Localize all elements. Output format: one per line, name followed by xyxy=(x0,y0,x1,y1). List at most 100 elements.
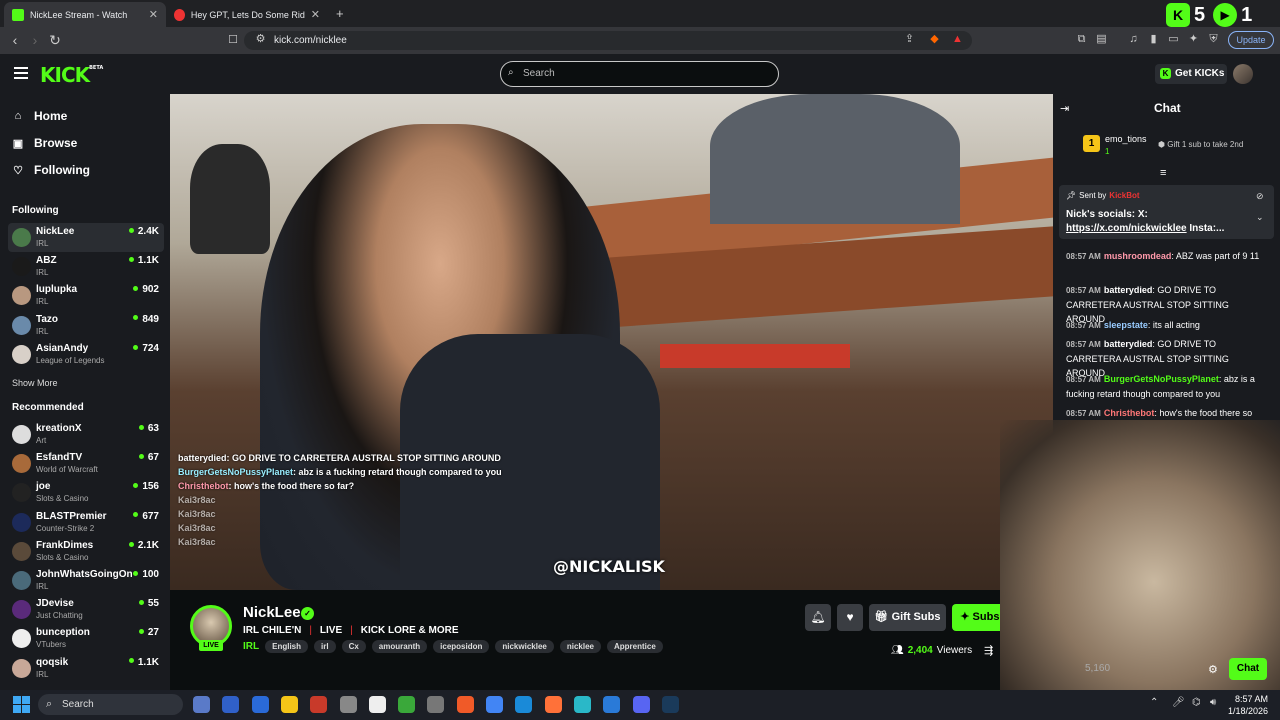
tray-chevron-icon[interactable]: ⌃ xyxy=(1150,697,1158,708)
expand-leaderboard-icon[interactable]: ≡ xyxy=(1160,167,1166,179)
discord-icon[interactable] xyxy=(632,696,650,713)
channel-item-nicklee[interactable]: NickLee IRL 2.4K xyxy=(8,223,164,252)
vscode-icon[interactable] xyxy=(603,696,621,713)
leo-icon[interactable]: ✦ xyxy=(1186,32,1201,47)
category-link[interactable]: IRL xyxy=(243,641,259,652)
file-explorer-icon[interactable] xyxy=(280,696,298,713)
nav-browse[interactable]: ▣ Browse xyxy=(12,136,78,150)
teams-icon[interactable] xyxy=(222,696,240,713)
bookmark-icon[interactable]: ☐ xyxy=(224,31,242,49)
tag-irl[interactable]: irl xyxy=(314,640,336,653)
github-icon[interactable] xyxy=(427,696,445,713)
search-input[interactable]: Search xyxy=(500,61,779,87)
beta-label: BETA xyxy=(89,65,104,71)
gift-cta[interactable]: ⬢ Gift 1 sub to take 2nd xyxy=(1158,140,1243,149)
channel-item-bunception[interactable]: bunception VTubers 27 xyxy=(8,624,164,653)
channel-item-asianandy[interactable]: AsianAndy League of Legends 724 xyxy=(8,340,164,369)
remote-icon[interactable] xyxy=(251,696,269,713)
channel-item-jdevise[interactable]: JDevise Just Chatting 55 xyxy=(8,595,164,624)
tag-iceposidon[interactable]: iceposidon xyxy=(433,640,490,653)
channel-item-tazo[interactable]: Tazo IRL 849 xyxy=(8,311,164,340)
tag-nickwicklee[interactable]: nickwicklee xyxy=(495,640,554,653)
news-icon[interactable] xyxy=(310,696,328,713)
channel-item-esfandtv[interactable]: EsfandTV World of Warcraft 67 xyxy=(8,449,164,478)
sidebar-icon[interactable]: ▮ xyxy=(1146,32,1161,47)
update-button[interactable]: Update xyxy=(1228,31,1274,49)
channel-item-joe[interactable]: joe Slots & Casino 156 xyxy=(8,478,164,507)
chevron-down-icon[interactable]: ⌄ xyxy=(1256,212,1264,223)
channel-item-kreationx[interactable]: kreationX Art 63 xyxy=(8,420,164,449)
taskbar-search[interactable]: Search xyxy=(38,694,183,715)
brave-icon[interactable] xyxy=(456,696,474,713)
site-info-icon[interactable]: ⚙ xyxy=(253,32,268,47)
user-avatar[interactable] xyxy=(1233,64,1253,84)
new-tab-button[interactable]: + xyxy=(336,6,344,21)
kick-logo[interactable]: KICKBETA xyxy=(40,63,103,87)
channel-item-frankdimes[interactable]: FrankDimes Slots & Casino 2.1K xyxy=(8,537,164,566)
tag-cx[interactable]: Cx xyxy=(341,640,366,653)
menu-icon[interactable] xyxy=(14,67,28,79)
forward-icon[interactable]: › xyxy=(26,31,44,49)
chat-username[interactable]: mushroomdead xyxy=(1104,251,1172,261)
chat-username[interactable]: Christhebot xyxy=(1104,408,1155,418)
brave-shield-icon[interactable]: ◆ xyxy=(927,32,942,47)
chat-username[interactable]: batterydied xyxy=(1104,285,1153,295)
nav-home[interactable]: ⌂ Home xyxy=(12,109,68,123)
clock-app-icon[interactable] xyxy=(339,696,357,713)
tab-nicklee[interactable]: NickLee Stream - Watch Live ✕ xyxy=(4,2,166,27)
volume-icon[interactable]: 🔊︎ xyxy=(1210,697,1216,708)
tag-nicklee[interactable]: nicklee xyxy=(559,640,601,653)
network-icon[interactable]: ⌬ xyxy=(1192,697,1201,708)
firefox-icon[interactable] xyxy=(544,696,562,713)
widget-icon[interactable] xyxy=(193,696,210,713)
close-tab-icon[interactable]: ✕ xyxy=(149,8,158,21)
send-chat-button[interactable]: Chat xyxy=(1229,658,1267,680)
reload-icon[interactable]: ↻ xyxy=(46,31,64,49)
channel-viewers: 849 xyxy=(133,314,159,325)
channel-item-johnwhatsgoingon[interactable]: JohnWhatsGoingOn IRL 100 xyxy=(8,566,164,595)
media-icon[interactable]: ♫ xyxy=(1126,32,1141,47)
arduino-icon[interactable] xyxy=(573,696,591,713)
show-more-link[interactable]: Show More xyxy=(12,378,58,388)
channel-item-blastpremier[interactable]: BLASTPremier Counter-Strike 2 677 xyxy=(8,508,164,537)
extensions-icon[interactable]: ⧉ xyxy=(1074,32,1089,47)
unpin-icon[interactable]: ⊘ xyxy=(1256,191,1264,202)
channel-item-abz[interactable]: ABZ IRL 1.1K xyxy=(8,252,164,281)
nav-following[interactable]: ♡ Following xyxy=(12,163,90,177)
back-icon[interactable]: ‹ xyxy=(6,31,24,49)
tag-english[interactable]: English xyxy=(265,640,308,653)
chat-username[interactable]: sleepstate xyxy=(1104,320,1148,330)
share-icon[interactable]: ⇪ xyxy=(902,32,917,47)
share-icon[interactable]: ⇶ xyxy=(984,644,993,657)
steam-icon[interactable] xyxy=(661,696,679,713)
settings-icon[interactable]: ⚙ xyxy=(1208,663,1218,676)
brave-rewards-icon[interactable]: ▲ xyxy=(950,32,965,47)
channel-item-qoqsik[interactable]: qoqsik IRL 1.1K xyxy=(8,654,164,683)
pinned-link[interactable]: https://x.com/nickwicklee xyxy=(1066,223,1187,234)
close-tab-icon[interactable]: ✕ xyxy=(311,8,320,21)
windows-start-icon[interactable] xyxy=(13,696,30,713)
reader-icon[interactable]: ▤ xyxy=(1094,32,1109,47)
top-gifter-name[interactable]: emo_tions xyxy=(1105,134,1147,144)
edge-icon[interactable] xyxy=(515,696,533,713)
chat-username[interactable]: batterydied xyxy=(1104,339,1153,349)
tag-apprentice[interactable]: Apprentice xyxy=(607,640,663,653)
url-field[interactable]: kick.com/nicklee xyxy=(244,31,972,50)
tab-youtube[interactable]: Hey GPT, Lets Do Some Riddles - You ✕ xyxy=(166,2,328,27)
heart-icon: ♥ xyxy=(846,610,854,624)
chrome-icon[interactable] xyxy=(486,696,503,713)
streamer-name[interactable]: NickLee xyxy=(243,604,301,621)
wallet-icon[interactable]: ▭ xyxy=(1166,32,1181,47)
vpn-icon[interactable]: ⛨ xyxy=(1206,32,1221,47)
capcut-icon[interactable] xyxy=(368,696,386,713)
chat-username[interactable]: BurgerGetsNoPussyPlanet xyxy=(1104,374,1219,384)
clock[interactable]: 8:57 AM 1/18/2026 xyxy=(1228,693,1268,717)
follow-button[interactable]: ♥ xyxy=(837,604,863,631)
channel-item-luplupka[interactable]: luplupka IRL 902 xyxy=(8,281,164,310)
gift-subs-button[interactable]: 🎁︎ Gift Subs xyxy=(869,604,946,631)
microphone-icon[interactable]: 🎤︎ xyxy=(1172,697,1185,708)
collapse-chat-icon[interactable]: ⇥ xyxy=(1060,102,1069,115)
chrome-dev-icon[interactable] xyxy=(398,696,416,713)
tag-amouranth[interactable]: amouranth xyxy=(371,640,428,653)
notifications-button[interactable]: 🔔︎ xyxy=(805,604,831,631)
